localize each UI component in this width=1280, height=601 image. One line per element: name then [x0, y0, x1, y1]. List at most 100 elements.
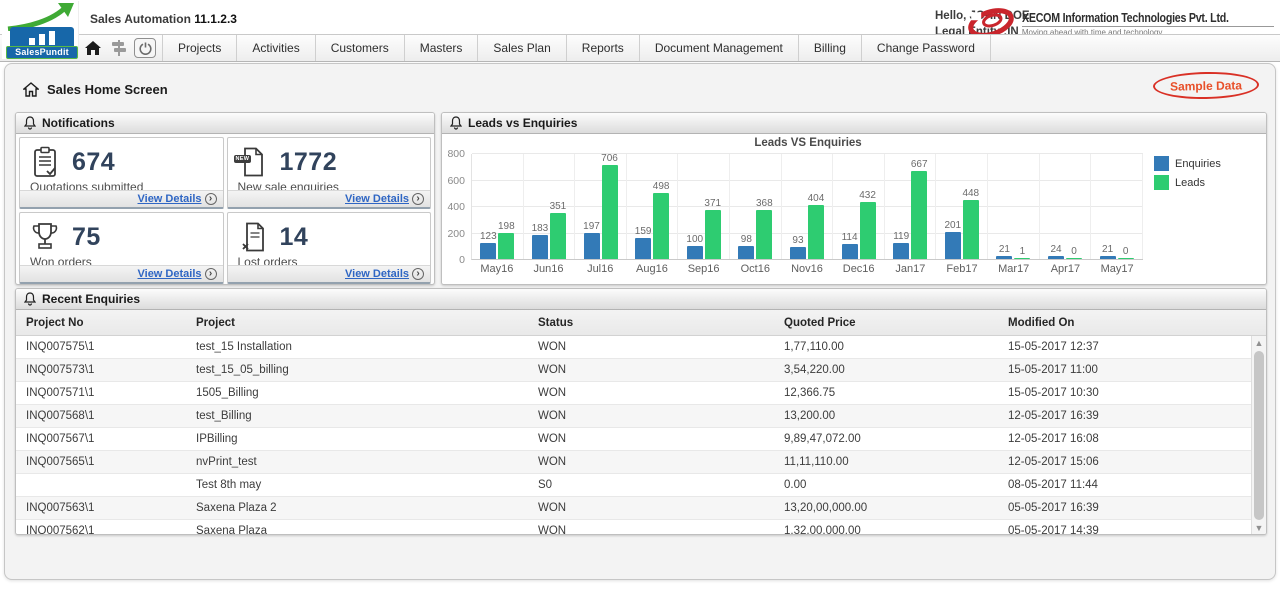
table-cell [16, 474, 186, 496]
page-title-text: Sales Home Screen [47, 82, 168, 97]
column-header-status: Status [528, 310, 774, 335]
view-details-link[interactable]: View Details › [345, 268, 424, 280]
scroll-down-icon[interactable]: ▼ [1252, 521, 1266, 535]
bar-value-label: 123 [480, 231, 497, 242]
page-title: Sales Home Screen [23, 82, 168, 97]
y-tick-label: 800 [447, 148, 465, 160]
table-cell: test_15 Installation [186, 336, 528, 358]
table-row[interactable]: INQ007568\1test_BillingWON13,200.0012-05… [16, 405, 1266, 428]
table-cell: 08-05-2017 11:44 [998, 474, 1266, 496]
signpost-icon[interactable] [108, 38, 130, 58]
table-cell: 05-05-2017 16:39 [998, 497, 1266, 519]
nav-tab-activities[interactable]: Activities [237, 35, 315, 61]
bar-leads-sep16: 371 [705, 210, 721, 259]
view-details-link[interactable]: View Details › [345, 193, 424, 205]
chevron-right-icon: › [412, 268, 424, 280]
table-row[interactable]: INQ007563\1Saxena Plaza 2WON13,20,00,000… [16, 497, 1266, 520]
quotations-clipboard-icon [30, 145, 60, 179]
bar-enquiries-jul16: 197 [584, 233, 600, 259]
power-icon[interactable] [134, 38, 156, 58]
table-cell: nvPrint_test [186, 451, 528, 473]
chart-legend: EnquiriesLeads [1154, 156, 1221, 190]
table-cell: WON [528, 359, 774, 381]
chart-group-mar17: 211 [988, 154, 1040, 259]
table-cell: IPBilling [186, 428, 528, 450]
bar-value-label: 197 [583, 221, 600, 232]
home-icon[interactable] [82, 38, 104, 58]
bar-enquiries-jun16: 183 [532, 235, 548, 259]
bar-leads-nov16: 404 [808, 205, 824, 259]
chart-group-may16: 123198 [472, 154, 524, 259]
won-orders-count: 75 [72, 223, 101, 252]
chart-group-nov16: 93404 [782, 154, 834, 259]
table-cell: 3,54,220.00 [774, 359, 998, 381]
bar-enquiries-dec16: 114 [842, 244, 858, 259]
view-details-text: View Details [138, 268, 202, 280]
bar-value-label: 371 [704, 198, 721, 209]
notifications-panel: Notifications [15, 112, 435, 285]
x-axis-label-apr17: Apr17 [1040, 263, 1092, 275]
table-cell: WON [528, 382, 774, 404]
nav-icons [82, 35, 162, 61]
scrollbar-thumb[interactable] [1254, 351, 1264, 520]
view-details-link[interactable]: View Details › [138, 193, 217, 205]
table-cell: WON [528, 520, 774, 535]
table-row[interactable]: INQ007571\11505_BillingWON12,366.7515-05… [16, 382, 1266, 405]
enquiries-table-body: INQ007575\1test_15 InstallationWON1,77,1… [16, 336, 1266, 535]
new-badge: NEW [234, 155, 252, 163]
table-cell: 0.00 [774, 474, 998, 496]
x-axis-label-feb17: Feb17 [936, 263, 988, 275]
nav-tab-masters[interactable]: Masters [405, 35, 479, 61]
view-details-text: View Details [138, 193, 202, 205]
view-details-link[interactable]: View Details › [138, 268, 217, 280]
table-scrollbar[interactable]: ▲ ▼ [1251, 336, 1266, 535]
table-cell: WON [528, 428, 774, 450]
table-row[interactable]: INQ007573\1test_15_05_billingWON3,54,220… [16, 359, 1266, 382]
y-tick-label: 400 [447, 201, 465, 213]
table-cell: 13,20,00,000.00 [774, 497, 998, 519]
bar-leads-jul16: 706 [602, 165, 618, 259]
nav-tab-customers[interactable]: Customers [316, 35, 405, 61]
table-row[interactable]: INQ007565\1nvPrint_testWON11,11,110.0012… [16, 451, 1266, 474]
main-navbar: ProjectsActivitiesCustomersMastersSales … [0, 34, 1280, 62]
vendor-name: XECOM Information Technologies Pvt. Ltd. [1022, 10, 1229, 25]
bar-value-label: 21 [999, 244, 1010, 255]
recent-enquiries-title: Recent Enquiries [42, 292, 140, 306]
card-footer: View Details › [228, 190, 431, 207]
bar-value-label: 183 [532, 223, 549, 234]
nav-tab-billing[interactable]: Billing [799, 35, 862, 61]
table-cell: 11,11,110.00 [774, 451, 998, 473]
x-axis-label-aug16: Aug16 [626, 263, 678, 275]
recent-enquiries-panel: Recent Enquiries Project NoProjectStatus… [15, 288, 1267, 535]
bar-value-label: 159 [635, 226, 652, 237]
table-cell: INQ007568\1 [16, 405, 186, 427]
nav-tab-reports[interactable]: Reports [567, 35, 640, 61]
salespundit-logo: SalesPundit [2, 1, 79, 59]
bell-icon [450, 116, 462, 130]
enquiries-table-body-region: INQ007575\1test_15 InstallationWON1,77,1… [16, 336, 1266, 535]
card-footer: View Details › [228, 265, 431, 282]
bar-leads-jan17: 667 [911, 171, 927, 259]
scroll-up-icon[interactable]: ▲ [1252, 336, 1266, 350]
sample-data-annotation: Sample Data [1153, 71, 1259, 100]
table-row[interactable]: INQ007562\1Saxena PlazaWON1,32,00,000.00… [16, 520, 1266, 535]
table-row[interactable]: Test 8th mayS00.0008-05-2017 11:44 [16, 474, 1266, 497]
table-row[interactable]: INQ007575\1test_15 InstallationWON1,77,1… [16, 336, 1266, 359]
nav-tab-projects[interactable]: Projects [163, 35, 237, 61]
table-cell: WON [528, 336, 774, 358]
nav-tab-document-management[interactable]: Document Management [640, 35, 799, 61]
chart-group-jan17: 119667 [885, 154, 937, 259]
bar-value-label: 404 [808, 193, 825, 204]
chart-y-axis: 0200400600800 [442, 154, 467, 260]
bar-value-label: 24 [1050, 244, 1061, 255]
x-axis-label-jun16: Jun16 [523, 263, 575, 275]
chart-group-sep16: 100371 [678, 154, 730, 259]
bar-leads-apr17: 0 [1066, 258, 1082, 260]
nav-tab-change-password[interactable]: Change Password [862, 35, 991, 61]
bell-icon [24, 116, 36, 130]
table-row[interactable]: INQ007567\1IPBillingWON9,89,47,072.0012-… [16, 428, 1266, 451]
nav-tab-sales-plan[interactable]: Sales Plan [478, 35, 566, 61]
bar-leads-jun16: 351 [550, 213, 566, 260]
table-cell: 15-05-2017 12:37 [998, 336, 1266, 358]
y-tick-label: 0 [459, 254, 465, 266]
